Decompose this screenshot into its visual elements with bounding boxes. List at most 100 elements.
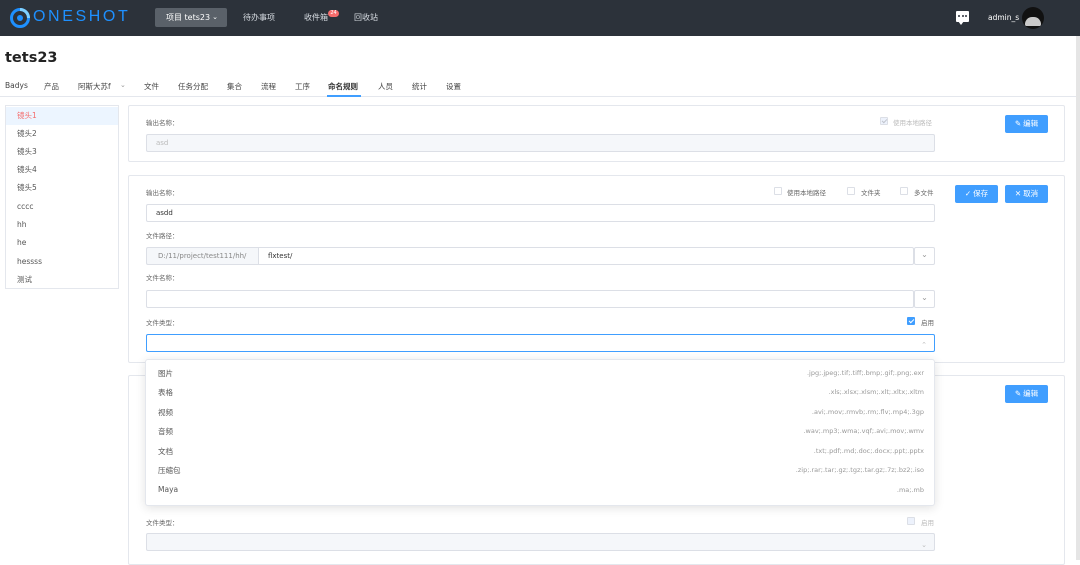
top-bar: ONESHOT 项目 tets23 ⌄ 待办事项 收件箱 24 回收站 admi… [0, 0, 1080, 36]
dropdown-option-audio[interactable]: 音频 .wav;.mp3;.wma;.vqf;.avi;.mov;.wmv [146, 421, 934, 440]
output-name-label: 输出名称： [146, 119, 179, 127]
use-local-path-checkbox [880, 117, 888, 125]
option-extensions: .wav;.mp3;.wma;.vqf;.avi;.mov;.wmv [803, 427, 924, 435]
option-extensions: .txt;.pdf;.md;.doc;.docx;.ppt;.pptx [813, 447, 924, 455]
file-type-label: 文件类型： [146, 319, 179, 327]
sidebar-item-shot1[interactable]: 镜头1 [6, 107, 118, 125]
option-name: 视频 [158, 408, 173, 417]
multi-file-label: 多文件 [914, 189, 934, 197]
enable-label: 启用 [921, 319, 934, 327]
chevron-down-icon[interactable]: ⌄ [914, 290, 935, 308]
tab-files[interactable]: 文件 [144, 81, 159, 92]
use-local-path-checkbox[interactable] [774, 187, 782, 195]
option-name: 文档 [158, 447, 173, 456]
enable-checkbox [907, 517, 915, 525]
avatar[interactable] [1022, 7, 1044, 29]
close-icon: ✕ [1014, 189, 1022, 198]
tab-members[interactable]: 人员 [378, 81, 393, 92]
file-type-label: 文件类型： [146, 519, 179, 527]
logo-text: ONESHOT [33, 8, 131, 25]
dropdown-option-maya[interactable]: Maya .ma;.mb [146, 480, 934, 499]
active-tab-indicator [327, 95, 361, 97]
enable-checkbox[interactable] [907, 317, 915, 325]
option-name: 音频 [158, 427, 173, 436]
tab-statistics[interactable]: 统计 [412, 81, 427, 92]
option-extensions: .jpg;.jpeg;.tif;.tiff;.bmp;.gif;.png;.ex… [806, 369, 924, 377]
chevron-up-icon: ⌃ [921, 341, 927, 349]
sidebar-item-shot3[interactable]: 镜头3 [6, 143, 118, 161]
sidebar-item-shot4[interactable]: 镜头4 [6, 161, 118, 179]
use-local-path-label: 使用本地路径 [787, 189, 826, 197]
tab-collection[interactable]: 集合 [227, 81, 242, 92]
tab-naming-rules[interactable]: 命名规则 [328, 81, 358, 92]
sidebar-item-test[interactable]: 测试 [6, 271, 118, 289]
file-path-label: 文件路径： [146, 232, 179, 240]
dropdown-option-documents[interactable]: 文档 .txt;.pdf;.md;.doc;.docx;.ppt;.pptx [146, 441, 934, 460]
edit-icon: ✎ [1014, 389, 1022, 398]
naming-rule-card-1: 输出名称： 使用本地路径 asd ✎ 编辑 [128, 105, 1065, 162]
chevron-down-icon: ⌄ [921, 541, 927, 549]
tab-process[interactable]: 工序 [295, 81, 310, 92]
cancel-button[interactable]: ✕ 取消 [1005, 185, 1048, 203]
chevron-down-icon[interactable]: ⌄ [120, 81, 126, 89]
folder-checkbox[interactable] [847, 187, 855, 195]
multi-file-checkbox[interactable] [900, 187, 908, 195]
tab-asida[interactable]: 阿斯大苏f [78, 81, 114, 92]
enable-label: 启用 [921, 519, 934, 527]
check-icon: ✓ [964, 189, 972, 198]
nav-todo[interactable]: 待办事项 [243, 12, 275, 23]
inbox-count-badge: 24 [328, 10, 339, 17]
file-name-input[interactable] [146, 290, 914, 308]
file-type-dropdown: 图片 .jpg;.jpeg;.tif;.tiff;.bmp;.gif;.png;… [145, 359, 935, 506]
file-name-label: 文件名称： [146, 274, 179, 282]
option-name: 压缩包 [158, 466, 181, 475]
option-name: 表格 [158, 388, 173, 397]
option-extensions: .avi;.mov;.rmvb;.rm;.flv;.mp4;.3gp [811, 408, 924, 416]
project-selector-button[interactable]: 项目 tets23 ⌄ [155, 8, 227, 27]
tab-badys[interactable]: Badys [5, 81, 28, 90]
tab-product[interactable]: 产品 [44, 81, 59, 92]
dropdown-option-archives[interactable]: 压缩包 .zip;.rar;.tar;.gz;.tgz;.tar.gz;.7z;… [146, 460, 934, 479]
option-extensions: .ma;.mb [896, 486, 924, 494]
tab-settings[interactable]: 设置 [446, 81, 461, 92]
page-scrollbar[interactable] [1076, 36, 1080, 560]
project-selector-label: 项目 tets23 [166, 13, 211, 22]
sidebar-item-he[interactable]: he [6, 234, 118, 252]
dropdown-option-images[interactable]: 图片 .jpg;.jpeg;.tif;.tiff;.bmp;.gif;.png;… [146, 363, 934, 382]
option-extensions: .zip;.rar;.tar;.gz;.tgz;.tar.gz;.7z;.bz2… [795, 466, 924, 474]
sidebar-item-shot2[interactable]: 镜头2 [6, 125, 118, 143]
file-type-select[interactable]: ⌃ [146, 334, 935, 352]
use-local-path-label: 使用本地路径 [893, 119, 932, 127]
chevron-down-icon: ⌄ [212, 13, 218, 21]
file-path-input[interactable]: flxtest/ [258, 247, 914, 265]
output-name-input: asd [146, 134, 935, 152]
sidebar-item-hessss[interactable]: hessss [6, 253, 118, 271]
save-button[interactable]: ✓ 保存 [955, 185, 998, 203]
dropdown-option-video[interactable]: 视频 .avi;.mov;.rmvb;.rm;.flv;.mp4;.3gp [146, 402, 934, 421]
sidebar-item-hh[interactable]: hh [6, 216, 118, 234]
dropdown-option-spreadsheets[interactable]: 表格 .xls;.xlsx;.xlsm;.xlt;.xltx;.xltm [146, 382, 934, 401]
username[interactable]: admin_s [988, 13, 1019, 22]
nav-recycle-bin[interactable]: 回收站 [354, 12, 378, 23]
page-title: tets23 [5, 50, 58, 66]
naming-rule-card-2: 输出名称： 使用本地路径 文件夹 多文件 ✓ 保存 ✕ 取消 asdd 文件路径： … [128, 175, 1065, 363]
edit-button[interactable]: ✎ 编辑 [1005, 115, 1048, 133]
sidebar-item-shot5[interactable]: 镜头5 [6, 179, 118, 197]
tab-task-assignment[interactable]: 任务分配 [178, 81, 208, 92]
oneshot-logo-icon[interactable] [9, 7, 31, 29]
folder-label: 文件夹 [861, 189, 881, 197]
output-name-input[interactable]: asdd [146, 204, 935, 222]
tab-workflow[interactable]: 流程 [261, 81, 276, 92]
option-extensions: .xls;.xlsx;.xlsm;.xlt;.xltx;.xltm [828, 388, 924, 396]
file-type-select: ⌄ [146, 533, 935, 551]
chevron-down-icon[interactable]: ⌄ [914, 247, 935, 265]
sidebar-item-cccc[interactable]: cccc [6, 198, 118, 216]
output-name-label: 输出名称： [146, 189, 179, 197]
nav-inbox[interactable]: 收件箱 [304, 12, 328, 23]
option-name: Maya [158, 485, 179, 494]
edit-button[interactable]: ✎ 编辑 [1005, 385, 1048, 403]
message-icon[interactable] [956, 11, 969, 25]
edit-icon: ✎ [1014, 119, 1022, 128]
tab-bar: Badys 产品 阿斯大苏f ⌄ 文件 任务分配 集合 流程 工序 命名规则 人… [0, 76, 1076, 97]
shot-list: 镜头1 镜头2 镜头3 镜头4 镜头5 cccc hh he hessss 测试 [5, 105, 119, 289]
